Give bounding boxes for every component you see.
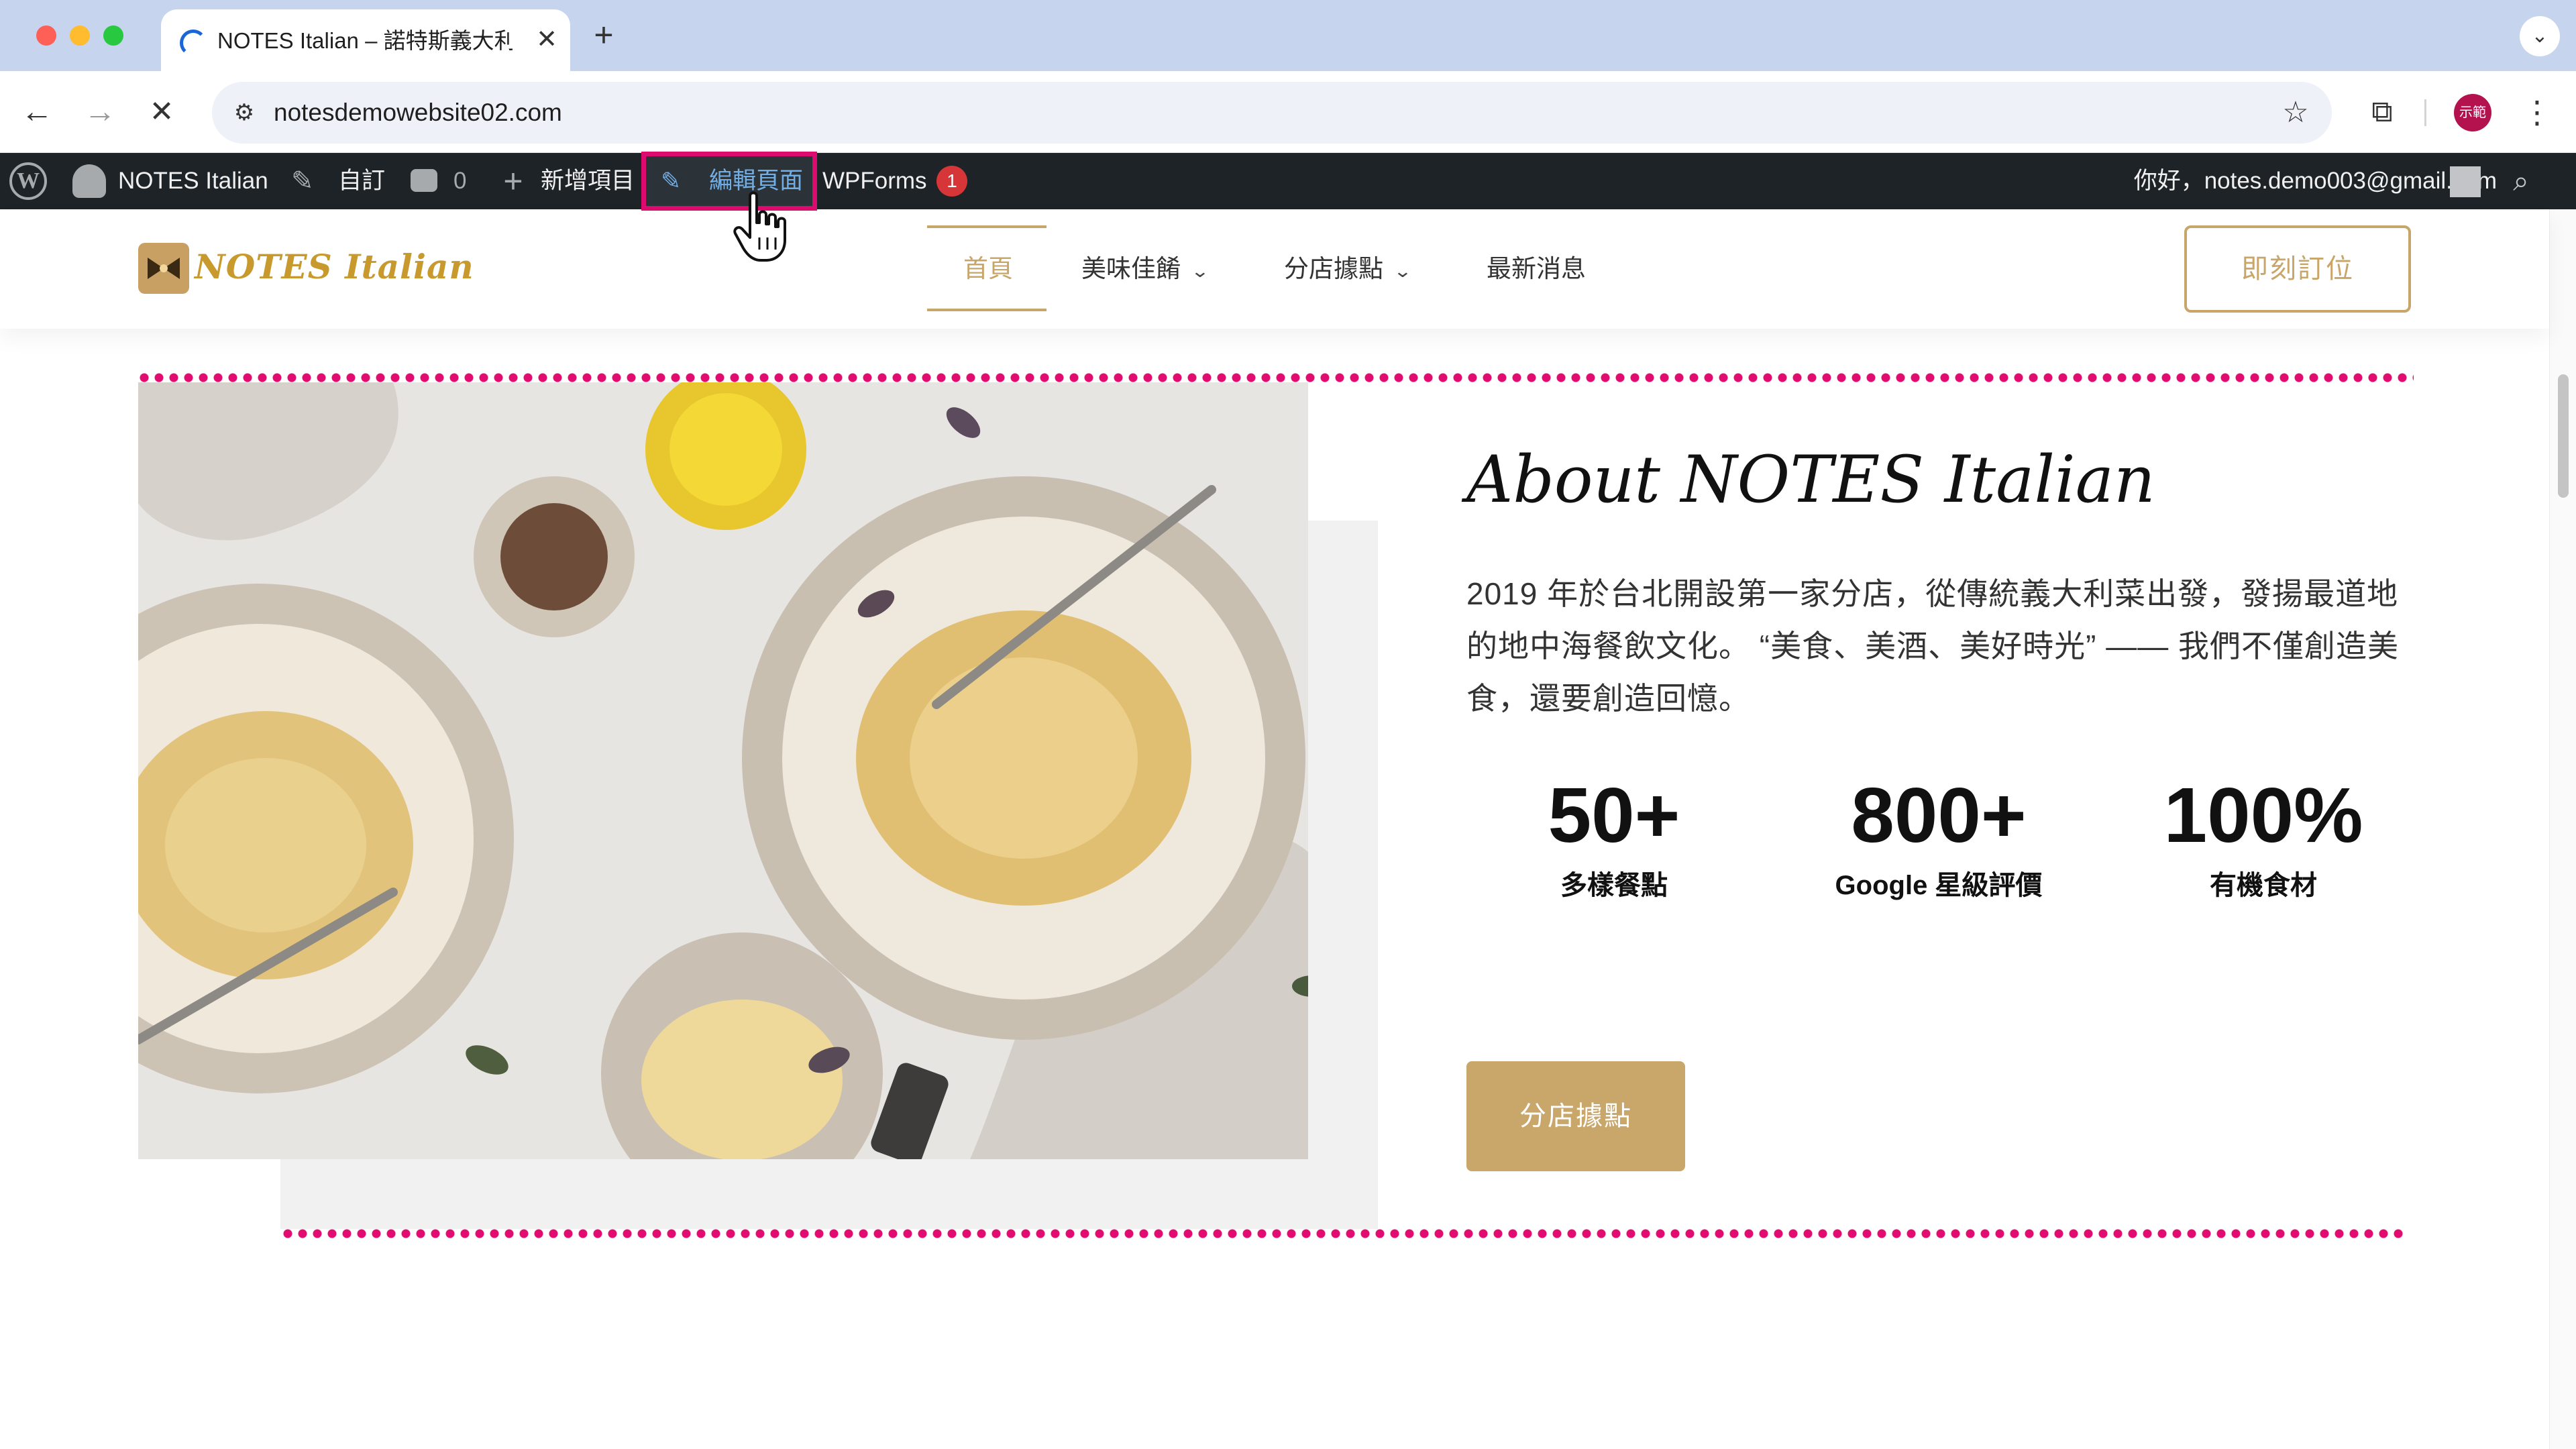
logo-bow-icon[interactable] bbox=[138, 243, 189, 294]
browser-tab-strip: NOTES Italian – 諾特斯義大利 ✕ + ⌄ bbox=[0, 0, 2576, 71]
wp-admin-bar: W NOTES Italian ✎ 自訂 0 + 新增項目 WPForms 1 … bbox=[0, 153, 2576, 209]
dotted-divider-bottom bbox=[280, 1229, 2403, 1238]
admin-wpforms[interactable]: WPForms bbox=[822, 153, 927, 209]
tab-search-button[interactable]: ⌄ bbox=[2520, 16, 2560, 56]
brush-icon[interactable]: ✎ bbox=[291, 153, 323, 209]
wordpress-icon[interactable]: W bbox=[9, 162, 47, 200]
toolbar-divider bbox=[2424, 99, 2426, 126]
stat-item: 100% 有機食材 bbox=[2123, 765, 2404, 906]
admin-site-name[interactable]: NOTES Italian bbox=[118, 153, 268, 209]
nav-home[interactable]: 首頁 bbox=[963, 209, 1013, 329]
comment-icon[interactable] bbox=[411, 169, 437, 192]
branches-button[interactable]: 分店據點 bbox=[1466, 1061, 1685, 1171]
url-text[interactable]: notesdemowebsite02.com bbox=[274, 95, 562, 130]
extensions-icon[interactable]: ⧉ bbox=[2359, 89, 2406, 136]
admin-new-item[interactable]: 新增項目 bbox=[541, 153, 635, 209]
close-window-button[interactable] bbox=[36, 25, 56, 46]
chevron-down-icon: ⌄ bbox=[1393, 261, 1413, 281]
pasta-photo bbox=[138, 382, 1308, 1159]
chevron-down-icon: ⌄ bbox=[1190, 261, 1210, 281]
user-icon[interactable] bbox=[2450, 166, 2481, 197]
pencil-icon: ✎ bbox=[661, 167, 682, 195]
nav-menu[interactable]: 美味佳餚 ⌄ bbox=[1081, 209, 1210, 329]
wpforms-notification-badge: 1 bbox=[936, 166, 967, 197]
profile-avatar[interactable]: 示範 bbox=[2454, 94, 2491, 131]
tab-close-icon[interactable]: ✕ bbox=[530, 23, 564, 56]
bookmark-star-icon[interactable]: ☆ bbox=[2275, 93, 2316, 133]
stat-item: 800+ Google 星級評價 bbox=[1798, 765, 2080, 906]
site-logo-text[interactable]: NOTES Italian bbox=[195, 240, 474, 294]
reserve-button[interactable]: 即刻訂位 bbox=[2184, 225, 2411, 313]
admin-customize[interactable]: 自訂 bbox=[338, 153, 385, 209]
dashboard-icon[interactable] bbox=[72, 164, 106, 198]
page-scrollbar[interactable] bbox=[2549, 209, 2576, 1449]
nav-menu-label: 美味佳餚 bbox=[1081, 255, 1181, 282]
maximize-window-button[interactable] bbox=[103, 25, 123, 46]
dotted-divider-top bbox=[137, 373, 2414, 382]
minimize-window-button[interactable] bbox=[70, 25, 90, 46]
browser-toolbar: ← → ✕ ⚙ notesdemowebsite02.com ☆ ⧉ 示範 ⋮ bbox=[0, 71, 2576, 153]
nav-branches-label: 分店據點 bbox=[1284, 255, 1383, 282]
site-header: NOTES Italian 首頁 美味佳餚 ⌄ 分店據點 ⌄ 最新消息 即刻訂位 bbox=[0, 209, 2549, 329]
scrollbar-thumb[interactable] bbox=[2558, 374, 2569, 498]
comment-count[interactable]: 0 bbox=[453, 153, 466, 209]
nav-branches[interactable]: 分店據點 ⌄ bbox=[1284, 209, 1413, 329]
plus-icon[interactable]: + bbox=[496, 153, 530, 209]
stat-value: 800+ bbox=[1851, 771, 2027, 859]
stat-value: 100% bbox=[2163, 771, 2363, 859]
stat-item: 50+ 多樣餐點 bbox=[1473, 765, 1755, 906]
search-icon[interactable]: ⌕ bbox=[2501, 153, 2541, 209]
forward-button[interactable]: → bbox=[78, 90, 122, 134]
admin-greeting[interactable]: 你好，notes.demo003@gmail.com bbox=[2134, 153, 2497, 209]
stat-label: 有機食材 bbox=[2210, 871, 2317, 900]
back-button[interactable]: ← bbox=[15, 90, 59, 134]
nav-news[interactable]: 最新消息 bbox=[1487, 209, 1586, 329]
active-tab[interactable]: NOTES Italian – 諾特斯義大利 ✕ bbox=[161, 9, 570, 71]
stat-label: Google 星級評價 bbox=[1835, 871, 2043, 900]
browser-menu-icon[interactable]: ⋮ bbox=[2517, 90, 2557, 134]
loading-spinner-icon bbox=[180, 30, 207, 56]
new-tab-button[interactable]: + bbox=[585, 17, 623, 55]
site-info-icon[interactable]: ⚙ bbox=[225, 94, 263, 131]
tab-title: NOTES Italian – 諾特斯義大利 bbox=[217, 28, 513, 53]
address-bar[interactable]: ⚙ notesdemowebsite02.com ☆ bbox=[212, 82, 2332, 144]
stat-label: 多樣餐點 bbox=[1560, 871, 1668, 900]
hand-cursor-icon bbox=[733, 191, 786, 262]
stop-loading-button[interactable]: ✕ bbox=[140, 90, 184, 134]
stat-value: 50+ bbox=[1548, 771, 1680, 859]
about-description: 2019 年於台北開設第一家分店，從傳統義大利菜出發，發揚最道地的地中海餐飲文化… bbox=[1466, 576, 2399, 716]
about-title: About NOTES Italian bbox=[1466, 442, 2155, 517]
